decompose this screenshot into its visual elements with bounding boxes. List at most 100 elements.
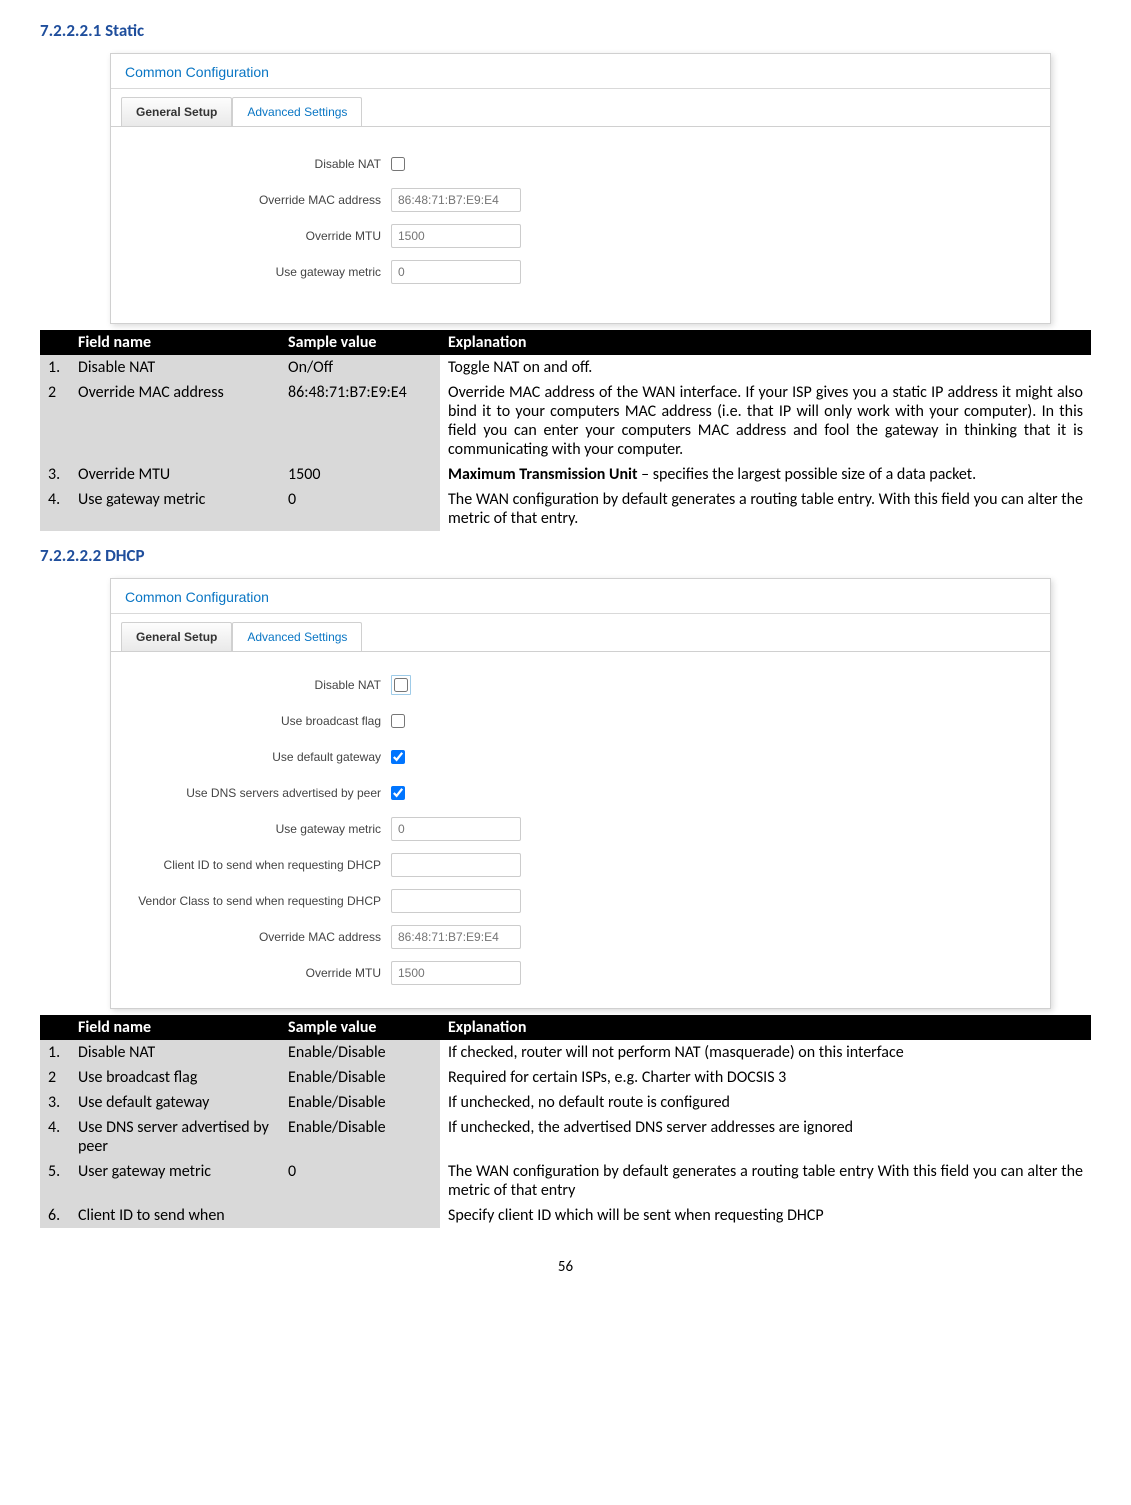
cell-expl: Maximum Transmission Unit – specifies th… <box>440 462 1091 487</box>
cell-field: Use DNS server advertised by peer <box>70 1115 280 1159</box>
cell-field: Override MTU <box>70 462 280 487</box>
cell-sample: On/Off <box>280 355 440 380</box>
cell-num: 3. <box>40 462 70 487</box>
cell-field: Client ID to send when <box>70 1203 280 1228</box>
col-explanation: Explanation <box>440 330 1091 355</box>
cell-field: Disable NAT <box>70 1040 280 1065</box>
cell-num: 2 <box>40 380 70 462</box>
col-sample-value: Sample value <box>280 330 440 355</box>
client-id-label: Client ID to send when requesting DHCP <box>131 858 391 872</box>
cell-expl: If checked, router will not perform NAT … <box>440 1040 1091 1065</box>
gateway-metric-label: Use gateway metric <box>131 265 391 279</box>
cell-sample: 0 <box>280 487 440 531</box>
override-mtu-input[interactable] <box>391 961 521 985</box>
bold-term: Maximum Transmission Unit <box>448 465 638 484</box>
cell-expl: The WAN configuration by default generat… <box>440 487 1091 531</box>
disable-nat-checkbox[interactable] <box>391 157 405 171</box>
tab-general-setup[interactable]: General Setup <box>121 97 232 126</box>
table-row: 4. Use gateway metric 0 The WAN configur… <box>40 487 1091 531</box>
tab-bar: General Setup Advanced Settings <box>111 89 1050 127</box>
cell-field: Use default gateway <box>70 1090 280 1115</box>
override-mtu-input[interactable] <box>391 224 521 248</box>
form-area-dhcp: Disable NAT Use broadcast flag Use defau… <box>111 652 1050 1008</box>
expl-rest: – specifies the largest possible size of… <box>638 465 977 484</box>
panel-title: Common Configuration <box>111 579 1050 614</box>
tab-advanced-settings[interactable]: Advanced Settings <box>232 97 362 126</box>
table-row: 6. Client ID to send when Specify client… <box>40 1203 1091 1228</box>
table-row: 5. User gateway metric 0 The WAN configu… <box>40 1159 1091 1203</box>
col-field-name: Field name <box>70 330 280 355</box>
cell-sample: 86:48:71:B7:E9:E4 <box>280 380 440 462</box>
cell-field: User gateway metric <box>70 1159 280 1203</box>
cell-expl: If unchecked, the advertised DNS server … <box>440 1115 1091 1159</box>
cell-expl: Override MAC address of the WAN interfac… <box>440 380 1091 462</box>
tab-advanced-settings[interactable]: Advanced Settings <box>232 622 362 651</box>
col-num <box>40 330 70 355</box>
cell-num: 4. <box>40 1115 70 1159</box>
cell-expl: Required for certain ISPs, e.g. Charter … <box>440 1065 1091 1090</box>
cell-field: Use gateway metric <box>70 487 280 531</box>
cell-expl: Toggle NAT on and off. <box>440 355 1091 380</box>
cell-expl: The WAN configuration by default generat… <box>440 1159 1091 1203</box>
cell-num: 3. <box>40 1090 70 1115</box>
cell-num: 2 <box>40 1065 70 1090</box>
override-mac-label: Override MAC address <box>131 930 391 944</box>
override-mtu-label: Override MTU <box>131 966 391 980</box>
cell-expl: If unchecked, no default route is config… <box>440 1090 1091 1115</box>
override-mac-input[interactable] <box>391 188 521 212</box>
page-number: 56 <box>40 1258 1091 1276</box>
dns-peer-checkbox[interactable] <box>391 786 405 800</box>
section-heading-static: 7.2.2.2.1 Static <box>40 20 1091 41</box>
panel-title: Common Configuration <box>111 54 1050 89</box>
cell-num: 1. <box>40 355 70 380</box>
tab-bar: General Setup Advanced Settings <box>111 614 1050 652</box>
form-area-static: Disable NAT Override MAC address Overrid… <box>111 127 1050 323</box>
table-row: 1. Disable NAT Enable/Disable If checked… <box>40 1040 1091 1065</box>
table-row: 4. Use DNS server advertised by peer Ena… <box>40 1115 1091 1159</box>
gateway-metric-input[interactable] <box>391 817 521 841</box>
gateway-metric-input[interactable] <box>391 260 521 284</box>
table-row: 1. Disable NAT On/Off Toggle NAT on and … <box>40 355 1091 380</box>
cell-field: Disable NAT <box>70 355 280 380</box>
client-id-input[interactable] <box>391 853 521 877</box>
col-field-name: Field name <box>70 1015 280 1040</box>
col-sample-value: Sample value <box>280 1015 440 1040</box>
table-row: 2 Override MAC address 86:48:71:B7:E9:E4… <box>40 380 1091 462</box>
checkbox-frame <box>391 675 411 695</box>
section-heading-dhcp: 7.2.2.2.2 DHCP <box>40 545 1091 566</box>
screenshot-static: Common Configuration General Setup Advan… <box>110 53 1051 324</box>
cell-sample: Enable/Disable <box>280 1065 440 1090</box>
override-mac-input[interactable] <box>391 925 521 949</box>
table-row: 2 Use broadcast flag Enable/Disable Requ… <box>40 1065 1091 1090</box>
cell-num: 6. <box>40 1203 70 1228</box>
vendor-class-input[interactable] <box>391 889 521 913</box>
cell-num: 5. <box>40 1159 70 1203</box>
table-row: 3. Use default gateway Enable/Disable If… <box>40 1090 1091 1115</box>
table-row: 3. Override MTU 1500 Maximum Transmissio… <box>40 462 1091 487</box>
disable-nat-label: Disable NAT <box>131 157 391 171</box>
default-gateway-label: Use default gateway <box>131 750 391 764</box>
broadcast-flag-checkbox[interactable] <box>391 714 405 728</box>
col-num <box>40 1015 70 1040</box>
dns-peer-label: Use DNS servers advertised by peer <box>131 786 391 800</box>
override-mac-label: Override MAC address <box>131 193 391 207</box>
cell-num: 4. <box>40 487 70 531</box>
cell-sample: 1500 <box>280 462 440 487</box>
tab-general-setup[interactable]: General Setup <box>121 622 232 651</box>
cell-field: Override MAC address <box>70 380 280 462</box>
override-mtu-label: Override MTU <box>131 229 391 243</box>
fields-table-static: Field name Sample value Explanation 1. D… <box>40 330 1091 531</box>
cell-sample: Enable/Disable <box>280 1040 440 1065</box>
cell-field: Use broadcast flag <box>70 1065 280 1090</box>
cell-expl: Specify client ID which will be sent whe… <box>440 1203 1091 1228</box>
cell-num: 1. <box>40 1040 70 1065</box>
vendor-class-label: Vendor Class to send when requesting DHC… <box>131 894 391 908</box>
default-gateway-checkbox[interactable] <box>391 750 405 764</box>
cell-sample: Enable/Disable <box>280 1090 440 1115</box>
screenshot-dhcp: Common Configuration General Setup Advan… <box>110 578 1051 1009</box>
cell-sample: Enable/Disable <box>280 1115 440 1159</box>
disable-nat-checkbox[interactable] <box>394 678 408 692</box>
col-explanation: Explanation <box>440 1015 1091 1040</box>
fields-table-dhcp: Field name Sample value Explanation 1. D… <box>40 1015 1091 1228</box>
cell-sample: 0 <box>280 1159 440 1203</box>
